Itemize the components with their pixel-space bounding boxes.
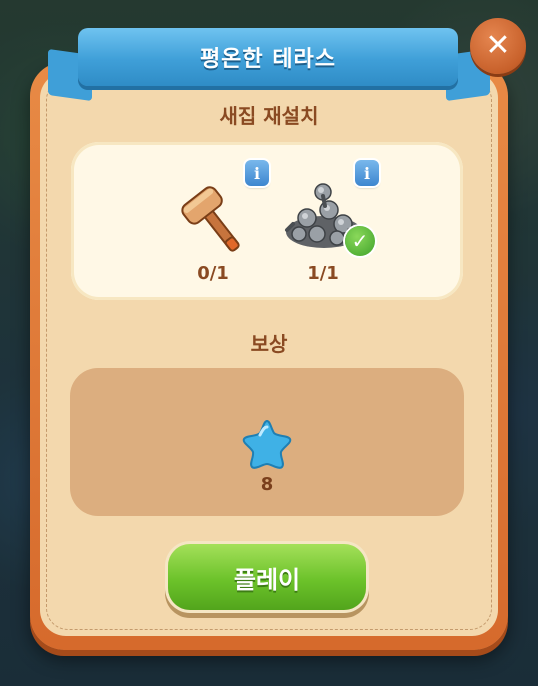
close-button[interactable]: ✕: [470, 18, 526, 74]
play-button[interactable]: 플레이: [168, 544, 366, 610]
title-ribbon: 평온한 테라스: [78, 28, 458, 86]
reward-title: 보상: [250, 332, 288, 356]
hammer-icon: [181, 186, 240, 252]
requirements-box: i 0/1 i ✓ 1/1: [71, 142, 463, 300]
task-title: 새집 재설치: [219, 104, 319, 128]
reward-amount: 8: [260, 474, 274, 495]
hammer-count: 0/1: [197, 263, 229, 284]
check-icon: ✓: [345, 226, 375, 256]
blue-star-icon: [242, 419, 292, 469]
play-button-label: 플레이: [233, 565, 301, 594]
dialog-title: 평온한 테라스: [199, 47, 337, 72]
screws-info-button[interactable]: i: [355, 160, 379, 186]
screws-count: 1/1: [307, 263, 339, 284]
reward-box: 8: [70, 368, 464, 516]
requirement-item-hammer: i 0/1: [153, 160, 273, 290]
close-icon: ✕: [485, 28, 511, 63]
requirement-item-screws: i ✓ 1/1: [263, 160, 383, 290]
